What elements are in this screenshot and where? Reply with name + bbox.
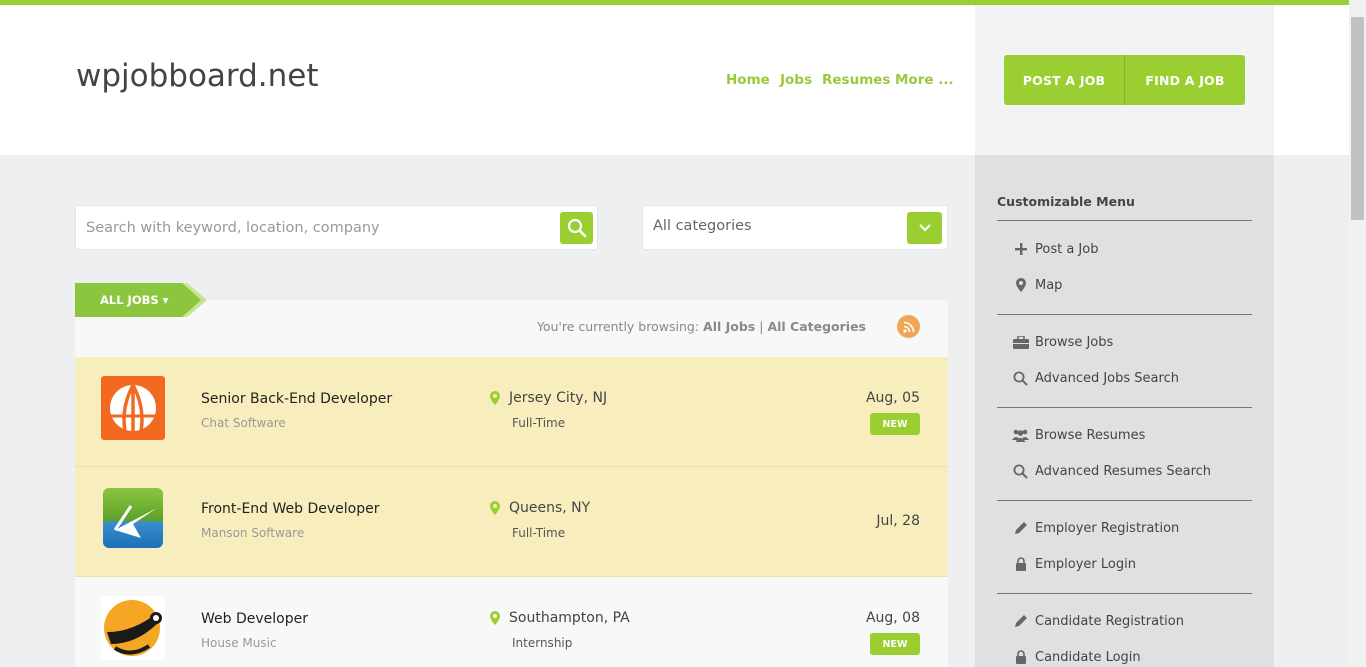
nav-more[interactable]: More ... (895, 72, 954, 88)
pencil-icon (1012, 613, 1029, 629)
job-title[interactable]: Senior Back-End Developer (201, 391, 392, 407)
sidebar-item-label: Browse Jobs (1035, 334, 1114, 350)
sidebar-item-employer-login[interactable]: Employer Login (1012, 556, 1136, 572)
job-date: Aug, 08 (865, 610, 920, 626)
category-dropdown-button[interactable] (907, 212, 942, 244)
sidebar-divider (997, 593, 1252, 594)
sidebar-item-advanced-jobs-search[interactable]: Advanced Jobs Search (1012, 370, 1179, 386)
company-logo (101, 486, 165, 550)
job-company: Manson Software (201, 526, 305, 540)
all-jobs-filter[interactable]: ALL JOBS ▾ (75, 283, 201, 317)
search-button[interactable] (560, 212, 593, 244)
sidebar-item-label: Advanced Resumes Search (1035, 463, 1212, 479)
nav-jobs[interactable]: Jobs (780, 72, 812, 88)
sidebar-item-candidate-registration[interactable]: Candidate Registration (1012, 613, 1184, 629)
job-row[interactable]: Senior Back-End Developer Chat Software … (75, 357, 948, 467)
sidebar-divider (997, 407, 1252, 408)
job-row[interactable]: Front-End Web Developer Manson Software … (75, 467, 948, 577)
map-pin-icon (490, 391, 500, 405)
new-badge: NEW (870, 633, 920, 655)
sidebar-item-label: Post a Job (1035, 241, 1099, 257)
job-location-text: Queens, NY (509, 500, 591, 516)
job-type: Internship (512, 636, 573, 650)
sidebar-item-advanced-resumes-search[interactable]: Advanced Resumes Search (1012, 463, 1211, 479)
sidebar-item-label: Employer Login (1035, 556, 1136, 572)
sidebar-item-map[interactable]: Map (1012, 277, 1062, 293)
job-title[interactable]: Front-End Web Developer (201, 501, 380, 517)
job-type: Full-Time (512, 526, 566, 540)
map-pin-icon (1012, 277, 1029, 293)
nav-home[interactable]: Home (726, 72, 770, 88)
sidebar-item-post-a-job[interactable]: Post a Job (1012, 241, 1098, 257)
job-row[interactable]: Web Developer House Music Southampton, P… (75, 577, 948, 667)
search-icon (1012, 463, 1029, 479)
plus-icon (1012, 241, 1029, 257)
job-location: Queens, NY (490, 500, 590, 516)
sidebar-divider (997, 500, 1252, 501)
sidebar-item-label: Candidate Registration (1035, 613, 1184, 629)
job-type: Full-Time (512, 416, 566, 430)
job-location-text: Southampton, PA (509, 610, 630, 626)
lock-icon (1012, 649, 1029, 665)
site-logo[interactable]: wpjobboard.net (76, 58, 319, 94)
sidebar-item-label: Candidate Login (1035, 649, 1141, 665)
job-location-text: Jersey City, NJ (509, 390, 608, 406)
sidebar (975, 155, 1274, 667)
post-a-job-button[interactable]: POST A JOB (1004, 55, 1125, 105)
job-location: Southampton, PA (490, 610, 630, 626)
search-box (75, 205, 598, 250)
job-company: Chat Software (201, 416, 286, 430)
job-location: Jersey City, NJ (490, 390, 607, 406)
job-date: Jul, 28 (876, 513, 920, 529)
cta-group: POST A JOB FIND A JOB (1004, 55, 1245, 105)
search-input[interactable] (86, 216, 556, 240)
sidebar-item-label: Employer Registration (1035, 520, 1180, 536)
rss-icon (902, 321, 914, 333)
company-logo (101, 376, 165, 440)
lock-icon (1012, 556, 1029, 572)
company-logo (101, 596, 165, 660)
job-date: Aug, 05 (865, 390, 920, 406)
sidebar-item-candidate-login[interactable]: Candidate Login (1012, 649, 1141, 665)
browsing-status: You're currently browsing: All Jobs | Al… (537, 319, 866, 334)
users-icon (1012, 427, 1029, 443)
sidebar-divider (997, 220, 1252, 221)
category-value: All categories (653, 218, 752, 234)
rss-button[interactable] (897, 315, 920, 338)
header-margin (1274, 5, 1349, 155)
category-select[interactable]: All categories (642, 205, 948, 250)
chevron-down-icon (918, 224, 931, 232)
sidebar-item-label: Advanced Jobs Search (1035, 370, 1179, 386)
sidebar-item-label: Map (1035, 277, 1063, 293)
sidebar-divider (997, 314, 1252, 315)
search-icon (1012, 370, 1029, 386)
sidebar-item-browse-jobs[interactable]: Browse Jobs (1012, 334, 1113, 350)
browsing-prefix: You're currently browsing: (536, 319, 700, 334)
browsing-sep: | (759, 319, 764, 334)
sidebar-item-browse-resumes[interactable]: Browse Resumes (1012, 427, 1145, 443)
sidebar-title: Customizable Menu (997, 194, 1135, 209)
job-title[interactable]: Web Developer (201, 611, 308, 627)
sidebar-item-employer-registration[interactable]: Employer Registration (1012, 520, 1179, 536)
browsing-categories[interactable]: All Categories (767, 319, 866, 334)
map-pin-icon (490, 611, 500, 625)
map-pin-icon (490, 501, 500, 515)
job-company: House Music (201, 636, 277, 650)
search-icon (567, 218, 586, 238)
pencil-icon (1012, 520, 1029, 536)
scrollbar-thumb[interactable] (1351, 17, 1364, 220)
new-badge: NEW (870, 413, 920, 435)
sidebar-item-label: Browse Resumes (1035, 427, 1146, 443)
browsing-jobs[interactable]: All Jobs (703, 319, 755, 334)
find-a-job-button[interactable]: FIND A JOB (1125, 55, 1245, 105)
briefcase-icon (1012, 334, 1029, 350)
nav-resumes[interactable]: Resumes (822, 72, 890, 88)
